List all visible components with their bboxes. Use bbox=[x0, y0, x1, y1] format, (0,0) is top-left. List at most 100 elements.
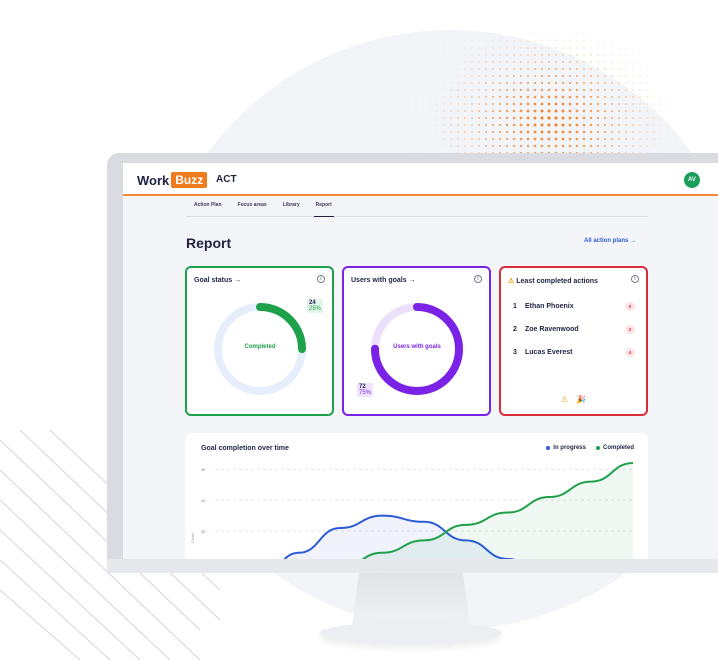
decorative-dot bbox=[415, 68, 417, 70]
decorative-dot bbox=[632, 145, 634, 147]
decorative-dot bbox=[569, 19, 571, 21]
decorative-dot bbox=[667, 117, 669, 119]
decorative-dot bbox=[534, 5, 536, 7]
goal-status-title[interactable]: Goal status → bbox=[194, 277, 241, 284]
decorative-dot bbox=[485, 19, 487, 21]
decorative-dot bbox=[527, 26, 529, 28]
decorative-dot bbox=[505, 109, 509, 113]
decorative-dot bbox=[436, 47, 438, 49]
count-badge: 2 bbox=[625, 325, 635, 334]
decorative-dot bbox=[583, 54, 585, 56]
decorative-dot bbox=[443, 68, 445, 70]
users-with-goals-title[interactable]: Users with goals → bbox=[351, 277, 416, 284]
decorative-dot bbox=[408, 82, 410, 84]
decorative-dot bbox=[498, 109, 502, 113]
decorative-dot bbox=[681, 75, 683, 77]
decorative-dot bbox=[611, 19, 613, 21]
info-icon[interactable]: i bbox=[317, 275, 325, 283]
decorative-dot bbox=[485, 47, 487, 49]
decorative-dot bbox=[688, 89, 690, 91]
least-completed-actions-card[interactable]: ⚠ Least completed actions i 1 Ethan Phoe… bbox=[499, 266, 648, 416]
least-completed-title-wrap: ⚠ Least completed actions bbox=[508, 277, 598, 285]
decorative-dot bbox=[639, 61, 641, 63]
decorative-dot bbox=[450, 33, 452, 35]
decorative-dot bbox=[506, 19, 508, 21]
list-item[interactable]: 3 Lucas Everest 4 bbox=[513, 348, 635, 357]
user-avatar[interactable]: AV bbox=[684, 172, 700, 188]
decorative-dot bbox=[540, 88, 544, 92]
decorative-dot bbox=[610, 109, 614, 113]
decorative-dot bbox=[639, 33, 641, 35]
decorative-dot bbox=[575, 88, 579, 92]
decorative-dot bbox=[632, 61, 634, 63]
decorative-dot bbox=[618, 145, 620, 147]
tab-action-plan[interactable]: Action Plan bbox=[186, 198, 230, 216]
decorative-dot bbox=[562, 5, 564, 7]
decorative-dot bbox=[547, 109, 551, 113]
info-icon[interactable]: i bbox=[474, 275, 482, 283]
decorative-dot bbox=[603, 102, 607, 106]
decorative-dot bbox=[639, 68, 641, 70]
decorative-dot bbox=[457, 47, 459, 49]
decorative-dot bbox=[506, 12, 508, 14]
decorative-dot bbox=[478, 89, 480, 91]
users-with-goals-card[interactable]: Users with goals → i Users with goals 72… bbox=[342, 266, 491, 416]
decorative-dot bbox=[527, 40, 529, 42]
decorative-dot bbox=[632, 82, 634, 84]
decorative-dot bbox=[618, 54, 620, 56]
decorative-dot bbox=[471, 68, 473, 70]
decorative-dot bbox=[512, 102, 516, 106]
decorative-dot bbox=[443, 131, 445, 133]
decorative-dot bbox=[625, 145, 627, 147]
decorative-dot bbox=[575, 81, 579, 85]
decorative-dot bbox=[547, 144, 551, 148]
decorative-dot bbox=[639, 131, 641, 133]
decorative-dot bbox=[408, 96, 410, 98]
tab-focus-areas[interactable]: Focus areas bbox=[230, 198, 275, 216]
decorative-dot bbox=[575, 116, 579, 120]
decorative-dot bbox=[436, 82, 438, 84]
decorative-dot bbox=[596, 130, 600, 134]
decorative-dot bbox=[589, 88, 593, 92]
decorative-dot bbox=[646, 61, 648, 63]
tab-report[interactable]: Report bbox=[308, 198, 340, 217]
decorative-dot bbox=[457, 103, 459, 105]
info-icon[interactable]: i bbox=[631, 275, 639, 283]
decorative-dot bbox=[667, 124, 669, 126]
decorative-dot bbox=[429, 96, 431, 98]
decorative-dot bbox=[688, 138, 690, 140]
goal-status-card[interactable]: Goal status → i Completed 24 25% bbox=[185, 266, 334, 416]
decorative-dot bbox=[639, 138, 641, 140]
y-tick-label: 40 bbox=[201, 498, 206, 503]
decorative-dot bbox=[590, 68, 592, 70]
decorative-dot bbox=[554, 144, 558, 148]
decorative-dot bbox=[674, 89, 676, 91]
decorative-dot bbox=[512, 123, 516, 127]
decorative-dot bbox=[597, 75, 599, 77]
decorative-dot bbox=[512, 95, 516, 99]
workbuzz-logo[interactable]: Work Buzz bbox=[137, 172, 208, 188]
decorative-dot bbox=[457, 110, 459, 112]
warning-icon: ⚠ bbox=[508, 278, 515, 285]
decorative-dot bbox=[639, 54, 641, 56]
decorative-dot bbox=[674, 131, 676, 133]
list-item[interactable]: 2 Zoe Ravenwood 2 bbox=[513, 325, 635, 334]
decorative-dot bbox=[520, 12, 522, 14]
tab-library[interactable]: Library bbox=[275, 198, 308, 216]
decorative-dot bbox=[582, 102, 586, 106]
decorative-dot bbox=[646, 96, 648, 98]
goal-status-percent: 25% bbox=[309, 306, 322, 312]
decorative-dot bbox=[485, 33, 487, 35]
all-action-plans-link[interactable]: All action plans → bbox=[584, 238, 636, 244]
decorative-dot bbox=[513, 40, 515, 42]
decorative-dot bbox=[611, 26, 613, 28]
decorative-dot bbox=[443, 117, 445, 119]
list-item[interactable]: 1 Ethan Phoenix 0 bbox=[513, 302, 635, 311]
y-axis-label: Goals bbox=[190, 533, 195, 543]
decorative-dot bbox=[436, 117, 438, 119]
decorative-dot bbox=[506, 68, 508, 70]
decorative-dot bbox=[519, 144, 523, 148]
decorative-dot bbox=[492, 47, 494, 49]
users-with-goals-center-label: Users with goals bbox=[393, 344, 441, 350]
decorative-dot bbox=[436, 124, 438, 126]
